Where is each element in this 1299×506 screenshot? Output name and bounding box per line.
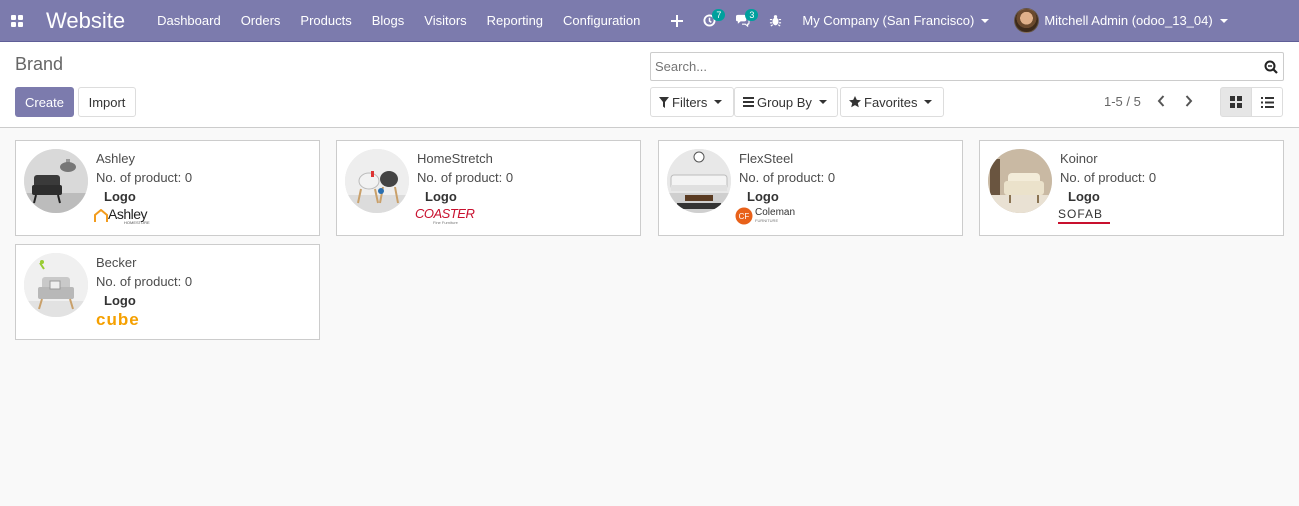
breadcrumb: Brand [15, 54, 64, 74]
favorites-label: Favorites [864, 94, 918, 110]
brand-logo: SOFAB [1058, 207, 1110, 225]
control-panel: Brand Create Import Filters Group By Fav… [0, 42, 1299, 128]
caret-down-icon [714, 100, 723, 104]
brand-card-becker[interactable]: Becker No. of product: 0 Logo cube [15, 244, 320, 340]
user-name: Mitchell Admin (odoo_13_04) [1044, 13, 1213, 28]
logo-label: Logo [1068, 189, 1100, 204]
caret-down-icon [818, 100, 827, 104]
brand-card-homestretch[interactable]: HomeStretch No. of product: 0 Logo COAST… [336, 140, 641, 236]
brand-image [667, 149, 731, 213]
logo-label: Logo [425, 189, 457, 204]
product-count: No. of product: 0 [739, 170, 836, 185]
import-button[interactable]: Import [78, 87, 136, 117]
list-view-icon[interactable] [1251, 87, 1283, 117]
brand-name: Becker [96, 255, 137, 270]
favorites-button[interactable]: Favorites [840, 87, 944, 117]
activity-icon[interactable]: 7 [693, 0, 726, 42]
brand-name: HomeStretch [417, 151, 493, 166]
caret-down-icon [981, 18, 990, 23]
messaging-icon[interactable]: 3 [726, 0, 759, 42]
user-menu[interactable]: Mitchell Admin (odoo_13_04) [1014, 8, 1228, 33]
user-avatar [1014, 8, 1040, 33]
filter-icon [659, 96, 669, 108]
brand-card-koinor[interactable]: Koinor No. of product: 0 Logo SOFAB [979, 140, 1284, 236]
brand-logo: cube [96, 310, 140, 329]
brand-card-flexsteel[interactable]: FlexSteel No. of product: 0 Logo CF Cole… [658, 140, 963, 236]
filters-label: Filters [672, 94, 708, 110]
quick-create-icon[interactable] [660, 0, 693, 42]
menu-dashboard[interactable]: Dashboard [147, 13, 231, 28]
pager-value[interactable]: 1-5 / 5 [1104, 94, 1141, 109]
group-by-button[interactable]: Group By [734, 87, 838, 117]
debug-bug-icon[interactable] [759, 0, 792, 42]
menu-orders[interactable]: Orders [231, 13, 291, 28]
brand-logo: CF Coleman FURNITURE [735, 207, 795, 225]
brand-name: Koinor [1060, 151, 1098, 166]
logo-label: Logo [104, 189, 136, 204]
menu-configuration[interactable]: Configuration [553, 13, 650, 28]
caret-down-icon [1219, 18, 1228, 23]
brand-image [345, 149, 409, 213]
top-navbar: Website Dashboard Orders Products Blogs … [0, 0, 1299, 42]
kanban-view-icon[interactable] [1220, 87, 1252, 117]
app-title[interactable]: Website [46, 8, 125, 34]
brand-image [24, 149, 88, 213]
pager-next-icon[interactable] [1180, 92, 1198, 110]
pager-previous-icon[interactable] [1152, 92, 1170, 110]
menu-products[interactable]: Products [290, 13, 361, 28]
search-icon[interactable] [1259, 53, 1283, 80]
product-count: No. of product: 0 [96, 170, 193, 185]
menu-visitors[interactable]: Visitors [414, 13, 476, 28]
brand-card-ashley[interactable]: Ashley No. of product: 0 Logo Ashley HOM… [15, 140, 320, 236]
create-button[interactable]: Create [15, 87, 74, 117]
logo-label: Logo [104, 293, 136, 308]
brand-name: FlexSteel [739, 151, 794, 166]
search-bar [650, 52, 1284, 81]
logo-label: Logo [747, 189, 779, 204]
menu-blogs[interactable]: Blogs [362, 13, 415, 28]
menu-reporting[interactable]: Reporting [477, 13, 553, 28]
bars-icon [743, 97, 754, 107]
company-switcher[interactable]: My Company (San Francisco) [802, 13, 990, 28]
company-name: My Company (San Francisco) [802, 13, 975, 28]
filters-button[interactable]: Filters [650, 87, 734, 117]
star-icon [849, 96, 861, 108]
caret-down-icon [924, 100, 933, 104]
activity-badge: 7 [712, 8, 726, 21]
apps-menu-icon[interactable] [0, 0, 30, 42]
messaging-badge: 3 [745, 8, 759, 21]
systray: 7 3 [660, 0, 792, 42]
product-count: No. of product: 0 [96, 274, 193, 289]
product-count: No. of product: 0 [417, 170, 514, 185]
search-input[interactable] [651, 53, 1259, 80]
brand-logo: COASTER Fine Furniture [415, 206, 475, 225]
brand-image [24, 253, 88, 317]
main-menu: Dashboard Orders Products Blogs Visitors… [147, 13, 650, 28]
brand-logo: Ashley HOMESTORE [94, 207, 150, 225]
brand-image [988, 149, 1052, 213]
brand-name: Ashley [96, 151, 136, 166]
group-by-label: Group By [757, 94, 812, 110]
product-count: No. of product: 0 [1060, 170, 1157, 185]
svg-text:CF: CF [739, 212, 750, 221]
